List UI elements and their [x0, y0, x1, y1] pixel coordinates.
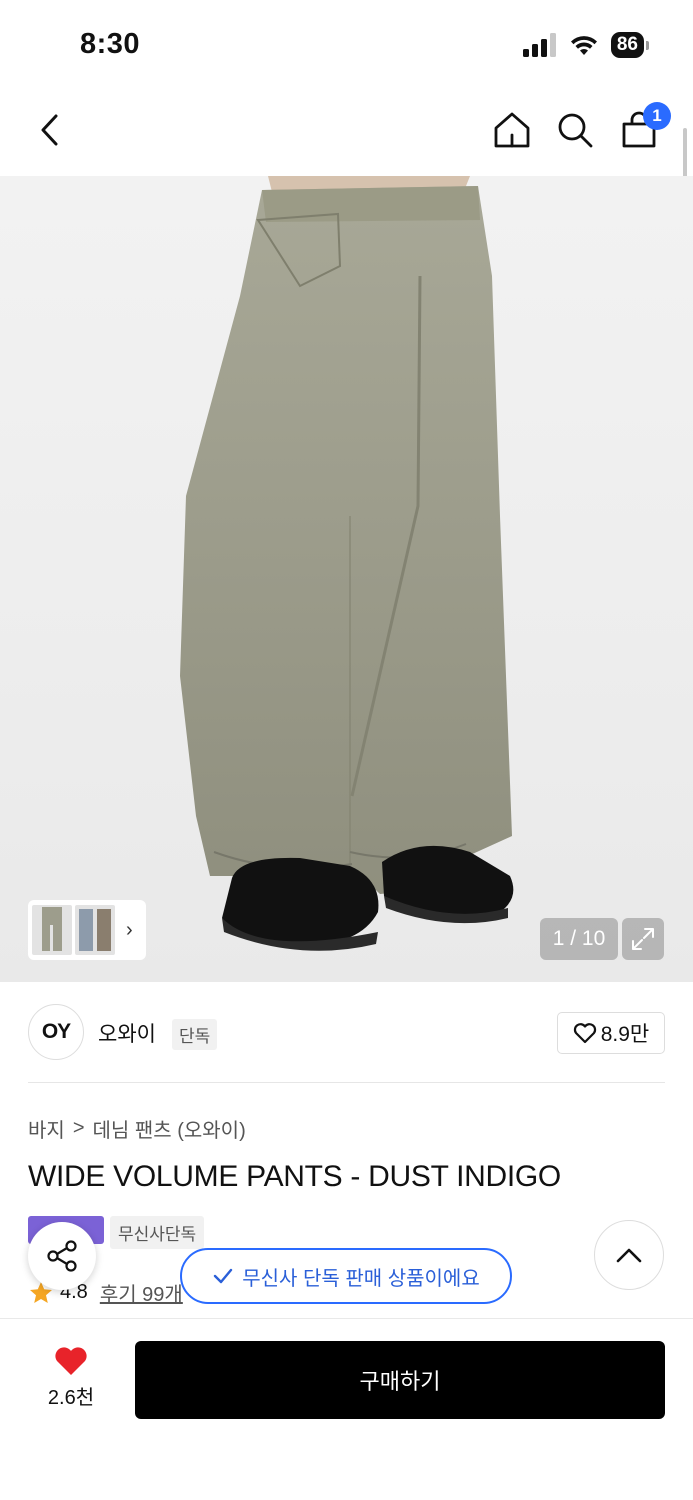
brand-like-count: 8.9만 — [600, 1023, 650, 1046]
thumbnail-image[interactable] — [32, 905, 72, 955]
status-time: 8:30 — [80, 28, 141, 60]
divider — [28, 1082, 665, 1083]
wishlist-count: 2.6천 — [47, 1387, 95, 1409]
brand-like-button[interactable]: 8.9만 — [557, 1012, 665, 1054]
chevron-right-icon[interactable]: › — [126, 919, 133, 942]
heart-outline-icon — [573, 1023, 596, 1044]
expand-icon — [632, 928, 654, 950]
top-nav: 1 — [0, 100, 693, 160]
brand-exclusive-tag: 단독 — [172, 1019, 218, 1050]
battery-cap — [646, 40, 649, 50]
product-image — [180, 176, 514, 951]
chevron-up-icon — [616, 1248, 642, 1263]
brand-row: OY 오와이 단독 8.9만 — [28, 1004, 665, 1062]
buy-button[interactable]: 구매하기 — [135, 1341, 665, 1419]
product-image-gallery[interactable]: › 1 / 10 — [0, 176, 693, 982]
check-icon — [214, 1268, 233, 1284]
heart-filled-icon — [55, 1347, 87, 1375]
battery-indicator: 86 — [610, 32, 649, 58]
thumbnail-image[interactable] — [75, 905, 115, 955]
battery-level: 86 — [610, 32, 644, 58]
exclusive-toast: 무신사 단독 판매 상품이에요 — [180, 1248, 512, 1304]
thumbnail-strip[interactable]: › — [28, 900, 146, 960]
status-bar: 8:30 86 — [0, 0, 693, 90]
wishlist-button[interactable]: 2.6천 — [28, 1345, 114, 1417]
home-button[interactable] — [490, 108, 534, 152]
cart-button[interactable]: 1 — [617, 102, 671, 152]
bottom-purchase-bar: 2.6천 구매하기 — [0, 1318, 693, 1500]
scroll-to-top-button[interactable] — [594, 1220, 664, 1290]
breadcrumb-subcategory[interactable]: 데님 팬츠 (오와이) — [93, 1114, 246, 1143]
search-icon — [558, 113, 593, 148]
exclusive-badge: 무신사단독 — [110, 1216, 205, 1249]
review-link[interactable]: 후기 99개 — [100, 1278, 183, 1307]
breadcrumb-separator: > — [72, 1117, 85, 1139]
brand-name[interactable]: 오와이 — [98, 1018, 156, 1048]
share-button[interactable] — [28, 1222, 96, 1290]
share-icon — [47, 1240, 77, 1272]
toast-text: 무신사 단독 판매 상품이에요 — [242, 1267, 480, 1290]
signal-icon — [522, 33, 556, 57]
search-button[interactable] — [553, 108, 597, 152]
back-button[interactable] — [28, 108, 72, 152]
wifi-icon — [570, 36, 597, 55]
product-title: WIDE VOLUME PANTS - DUST INDIGO — [28, 1160, 561, 1193]
status-icons: 86 — [522, 32, 649, 58]
cart-count-badge: 1 — [643, 102, 671, 130]
home-icon — [494, 112, 530, 148]
brand-logo[interactable]: OY — [28, 1004, 84, 1060]
breadcrumb-category[interactable]: 바지 — [28, 1114, 65, 1143]
breadcrumb: 바지 > 데님 팬츠 (오와이) — [28, 1114, 246, 1143]
expand-image-button[interactable] — [622, 918, 664, 960]
chevron-left-icon — [41, 114, 58, 146]
image-page-counter: 1 / 10 — [540, 918, 618, 960]
